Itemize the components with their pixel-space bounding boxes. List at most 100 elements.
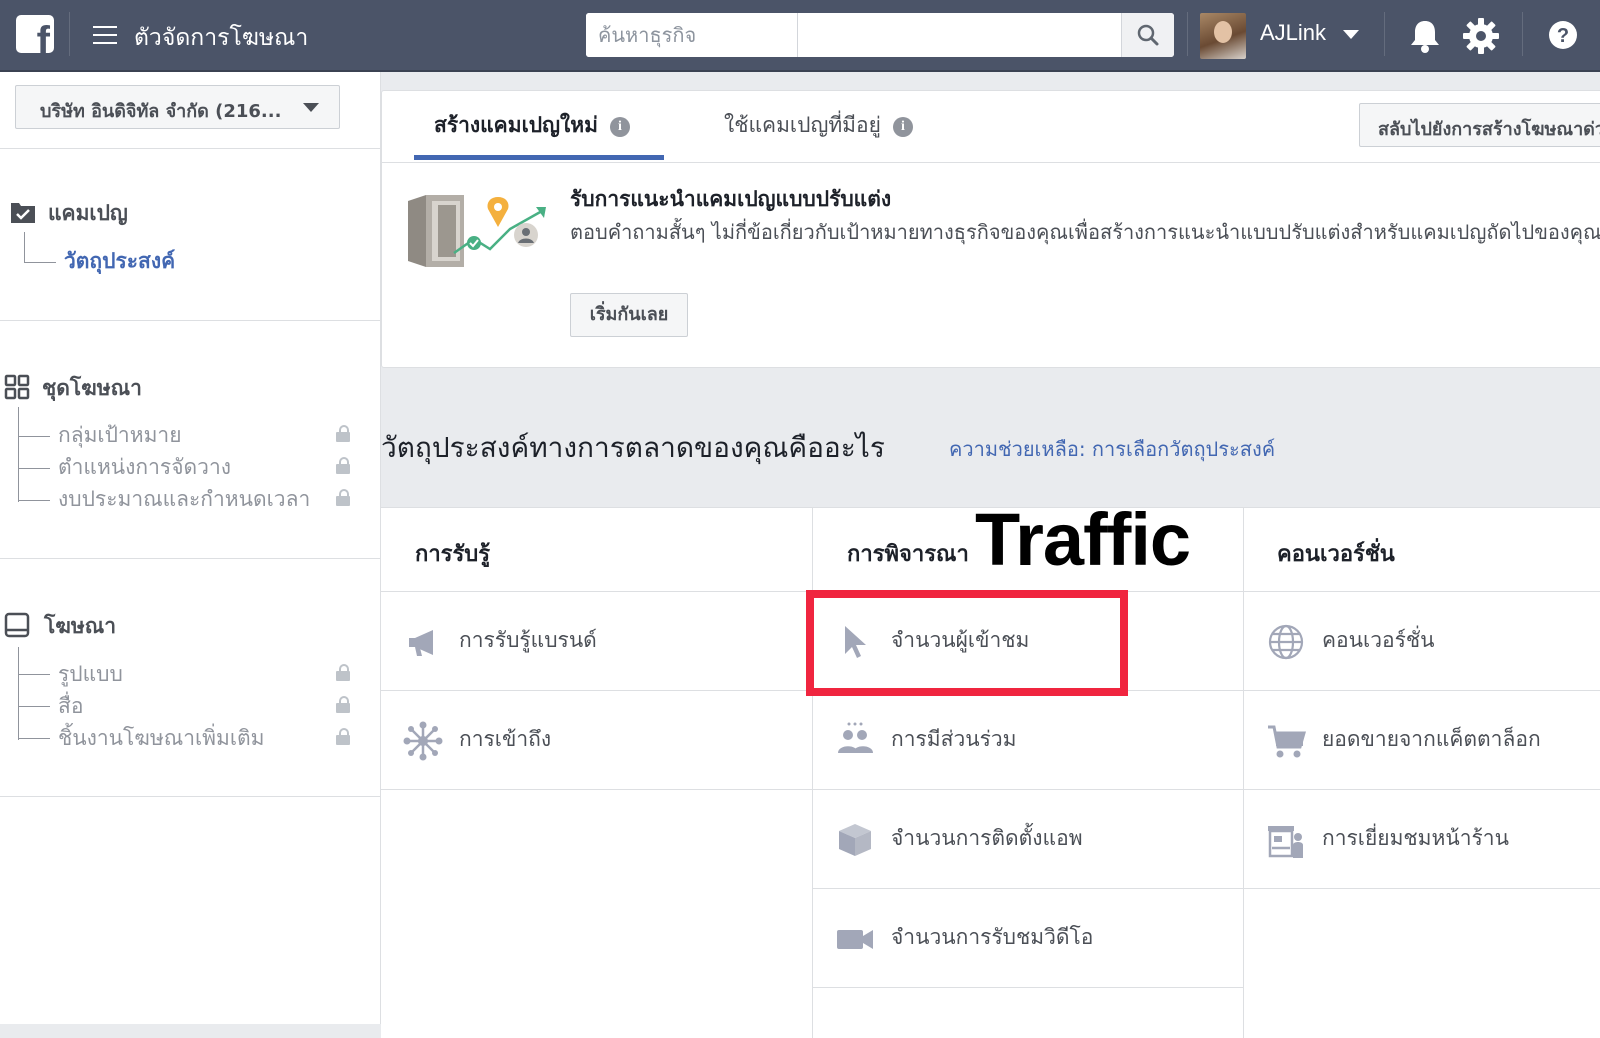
tree-branch bbox=[18, 468, 50, 469]
facebook-logo-icon[interactable]: f bbox=[16, 15, 54, 53]
tree-branch bbox=[18, 436, 50, 437]
tab-label: ใช้แคมเปญที่มีอยู่ bbox=[724, 113, 881, 137]
objective-catalog-sales[interactable]: ยอดขายจากแค็ตตาล็อก bbox=[1244, 691, 1600, 789]
sidebar-item-budget-schedule[interactable]: งบประมาณและกำหนดเวลา bbox=[58, 483, 310, 516]
tree-line bbox=[24, 232, 25, 262]
sidebar-item-media[interactable]: สื่อ bbox=[58, 690, 83, 723]
objective-label: คอนเวอร์ชั่น bbox=[1322, 628, 1435, 652]
tree-line bbox=[18, 647, 19, 740]
divider bbox=[1187, 12, 1188, 56]
objective-label: จำนวนการรับชมวิดีโอ bbox=[891, 925, 1094, 949]
sidebar-item-extra-creative[interactable]: ชิ้นงานโฆษณาเพิ่มเติม bbox=[58, 722, 265, 755]
cart-icon bbox=[1268, 725, 1306, 758]
campaign-folder-icon bbox=[11, 203, 35, 223]
divider bbox=[0, 320, 380, 321]
objective-label: การเยี่ยมชมหน้าร้าน bbox=[1322, 826, 1509, 850]
chevron-down-icon bbox=[303, 103, 319, 112]
tree-branch bbox=[18, 706, 50, 707]
app-title: ตัวจัดการโฆษณา bbox=[134, 25, 309, 51]
sidebar-item-placements[interactable]: ตำแหน่งการจัดวาง bbox=[58, 451, 231, 484]
objective-label: จำนวนการติดตั้งแอพ bbox=[891, 826, 1083, 850]
sidebar: บริษัท อินดิจิทัล จำกัด (216... แคมเปญ ว… bbox=[0, 72, 381, 1024]
sidebar-item-objective[interactable]: วัตถุประสงค์ bbox=[64, 245, 175, 278]
chevron-down-icon[interactable] bbox=[1343, 30, 1359, 39]
objective-engagement[interactable]: การมีส่วนร่วม bbox=[813, 691, 1243, 789]
column-title-consideration: การพิจารณา bbox=[847, 542, 969, 567]
objective-app-installs[interactable]: จำนวนการติดตั้งแอพ bbox=[813, 790, 1243, 888]
grid-icon bbox=[4, 374, 30, 400]
tree-branch bbox=[18, 738, 50, 739]
objective-label: การรับรู้แบรนด์ bbox=[459, 628, 597, 652]
switch-to-quick-creation-button[interactable]: สลับไปยังการสร้างโฆษณาด่วน bbox=[1359, 103, 1600, 147]
objective-video-views[interactable]: จำนวนการรับชมวิดีโอ bbox=[813, 889, 1243, 987]
column-title-conversion: คอนเวอร์ชั่น bbox=[1277, 542, 1395, 567]
tree-branch bbox=[18, 500, 50, 501]
get-started-button[interactable]: เริ่มกันเลย bbox=[570, 293, 688, 337]
store-icon bbox=[1268, 826, 1303, 858]
account-name: บริษัท อินดิจิทัล จำกัด (216... bbox=[40, 101, 282, 122]
tab-label: สร้างแคมเปญใหม่ bbox=[434, 113, 598, 137]
sidebar-section-adset[interactable]: ชุดโฆษณา bbox=[42, 372, 142, 405]
tab-create-new-campaign[interactable]: สร้างแคมเปญใหม่ i bbox=[434, 109, 630, 142]
objective-reach[interactable]: การเข้าถึง bbox=[381, 691, 811, 789]
divider bbox=[69, 12, 70, 56]
hamburger-icon[interactable] bbox=[93, 26, 117, 44]
objective-brand-awareness[interactable]: การรับรู้แบรนด์ bbox=[381, 592, 811, 690]
svg-text:?: ? bbox=[1557, 25, 1569, 47]
recommendation-title: รับการแนะนำแคมเปญแบบปรับแต่ง bbox=[570, 187, 892, 211]
objective-label: การเข้าถึง bbox=[459, 727, 552, 751]
user-name[interactable]: AJLink bbox=[1260, 20, 1326, 46]
search-icon bbox=[1137, 24, 1159, 46]
objective-label: การมีส่วนร่วม bbox=[891, 727, 1017, 751]
help-icon[interactable]: ? bbox=[1548, 20, 1578, 50]
search-button[interactable] bbox=[1121, 13, 1174, 57]
sidebar-section-campaign[interactable]: แคมเปญ bbox=[48, 197, 128, 230]
objective-label: ยอดขายจากแค็ตตาล็อก bbox=[1322, 727, 1541, 751]
campaign-creation-panel: สร้างแคมเปญใหม่ i ใช้แคมเปญที่มีอยู่ i สลั… bbox=[381, 90, 1600, 368]
tree-line bbox=[18, 407, 19, 502]
divider bbox=[1384, 12, 1385, 56]
tree-branch bbox=[24, 262, 56, 263]
business-search bbox=[586, 13, 1174, 57]
avatar[interactable] bbox=[1200, 13, 1246, 59]
megaphone-icon bbox=[409, 630, 433, 656]
divider bbox=[382, 162, 1600, 163]
divider bbox=[1522, 12, 1523, 56]
lock-icon bbox=[336, 664, 350, 681]
row-divider bbox=[812, 987, 1243, 988]
highlight-box bbox=[806, 590, 1128, 696]
objective-grid: การรับรู้ การพิจารณา คอนเวอร์ชั่น การรับ… bbox=[381, 507, 1600, 1038]
people-icon bbox=[838, 722, 873, 753]
lock-icon bbox=[336, 489, 350, 506]
search-input[interactable] bbox=[586, 13, 798, 57]
tab-use-existing-campaign[interactable]: ใช้แคมเปญที่มีอยู่ i bbox=[724, 109, 913, 142]
sidebar-section-ad[interactable]: โฆษณา bbox=[44, 610, 116, 643]
lock-icon bbox=[336, 696, 350, 713]
divider bbox=[0, 796, 380, 797]
account-selector[interactable]: บริษัท อินดิจิทัล จำกัด (216... bbox=[15, 85, 340, 129]
active-tab-indicator bbox=[414, 155, 664, 160]
divider bbox=[0, 148, 380, 149]
gear-icon[interactable] bbox=[1462, 17, 1500, 55]
campaign-recommendation-illustration bbox=[408, 195, 546, 267]
lock-icon bbox=[336, 425, 350, 442]
top-bar: f ตัวจัดการโฆษณา AJLink ? bbox=[0, 0, 1600, 72]
sidebar-item-audience[interactable]: กลุ่มเป้าหมาย bbox=[58, 419, 182, 452]
lock-icon bbox=[336, 728, 350, 745]
divider bbox=[0, 558, 380, 559]
objective-heading: วัตถุประสงค์ทางการตลาดของคุณคืออะไร bbox=[381, 431, 885, 464]
globe-icon bbox=[1268, 624, 1304, 660]
traffic-annotation: Traffic bbox=[975, 498, 1191, 581]
info-icon[interactable]: i bbox=[609, 117, 630, 137]
bell-icon[interactable] bbox=[1408, 18, 1442, 54]
box-icon bbox=[839, 824, 871, 856]
lock-icon bbox=[336, 457, 350, 474]
objective-conversions[interactable]: คอนเวอร์ชั่น bbox=[1244, 592, 1600, 690]
video-camera-icon bbox=[837, 930, 873, 949]
ad-display-icon bbox=[4, 612, 30, 638]
info-icon[interactable]: i bbox=[892, 117, 913, 137]
objective-store-visits[interactable]: การเยี่ยมชมหน้าร้าน bbox=[1244, 790, 1600, 888]
tree-branch bbox=[18, 674, 50, 675]
objective-help-link[interactable]: ความช่วยเหลือ: การเลือกวัตถุประสงค์ bbox=[949, 433, 1275, 465]
sidebar-item-format[interactable]: รูปแบบ bbox=[58, 658, 123, 691]
